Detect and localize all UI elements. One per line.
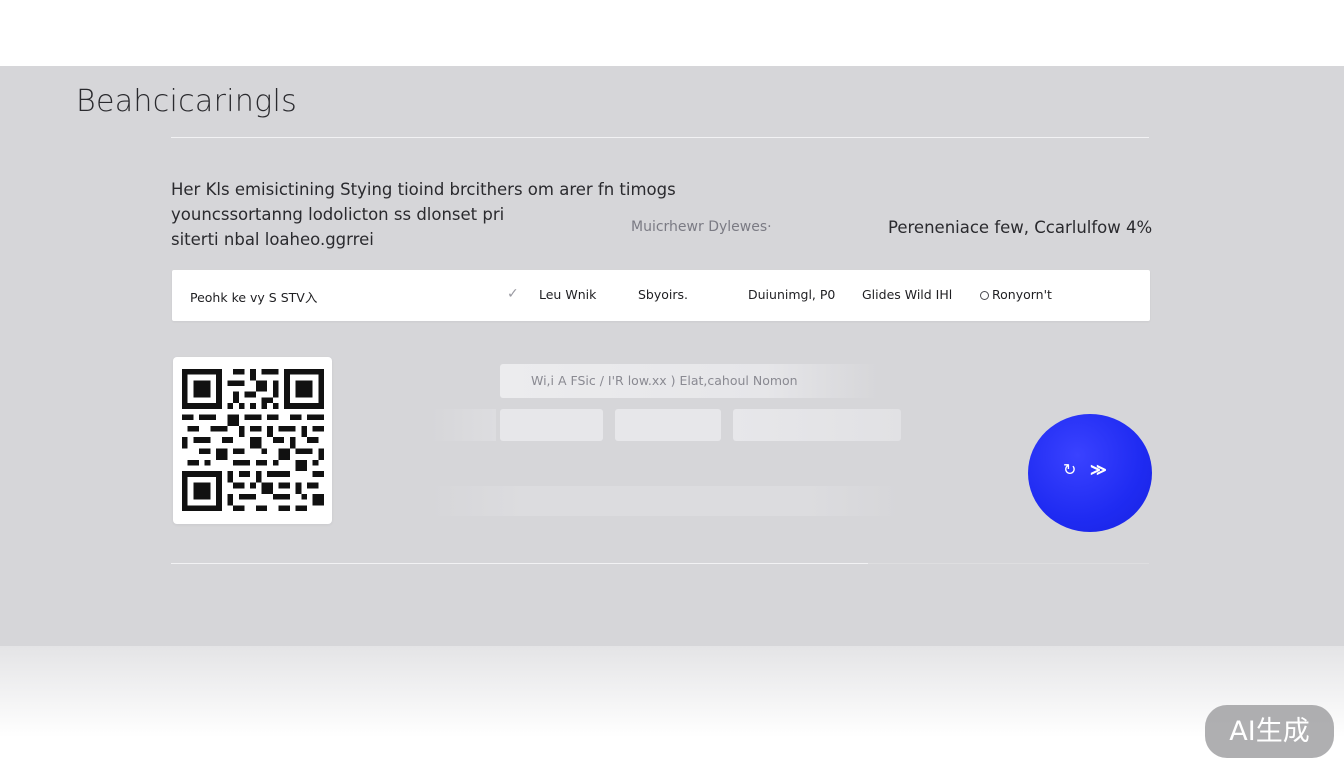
meta-label-center: Muicrhewr Dylewes· [631,219,772,235]
forward-icon: ≫ [1090,462,1107,479]
main-panel [0,66,1344,646]
bottom-fade [0,646,1344,768]
go-button[interactable]: ↻ ≫ [1028,414,1152,532]
filter-field[interactable]: Wi,i A FSic / I'R low.xx ) Elat,cahoul N… [500,364,878,398]
option-chip[interactable] [615,409,721,441]
toolbar-item[interactable]: Glides Wild IHl [862,287,952,302]
meta-label-right: Pereneniace few, Ccarlulfow 4% [888,218,1153,237]
option-chip[interactable] [733,409,901,441]
footer-divider [171,563,868,564]
check-icon[interactable]: ✓ [507,286,519,302]
toolbar-path[interactable]: Peohk ke vy S STV入 [190,287,317,306]
qr-code [173,357,332,524]
toolbar-item[interactable]: Duiunimgl, P0 [748,287,835,302]
footer-divider-faint [868,563,1149,564]
ai-generated-badge: AI生成 [1205,705,1334,758]
description: Her Kls emisictining Stying tioind brcit… [171,177,676,252]
toolbar-item[interactable]: Leu Wnik [539,287,596,302]
description-line: Her Kls emisictining Stying tioind brcit… [171,180,676,199]
option-chip[interactable] [500,409,603,441]
toolbar-radio-label[interactable]: Ronyorn't [992,287,1052,302]
refresh-icon: ↻ [1063,462,1077,479]
header-divider [171,137,1149,138]
description-line: youncssortanng lodolicton ss dlonset pri [171,205,505,224]
field-placeholder [430,409,496,441]
qr-code-icon [182,369,324,511]
filter-field-label: Wi,i A FSic / I'R low.xx ) Elat,cahoul N… [531,373,798,388]
radio-icon[interactable] [980,291,989,300]
field-placeholder-row [430,486,900,516]
toolbar-item[interactable]: Sbyoirs. [638,287,688,302]
page-title: Beahcicaringls [76,84,298,119]
description-line: siterti nbal loaheo.ggrrei [171,230,374,249]
options-toolbar: Peohk ke vy S STV入 ✓ Leu Wnik Sbyoirs. D… [172,270,1150,321]
